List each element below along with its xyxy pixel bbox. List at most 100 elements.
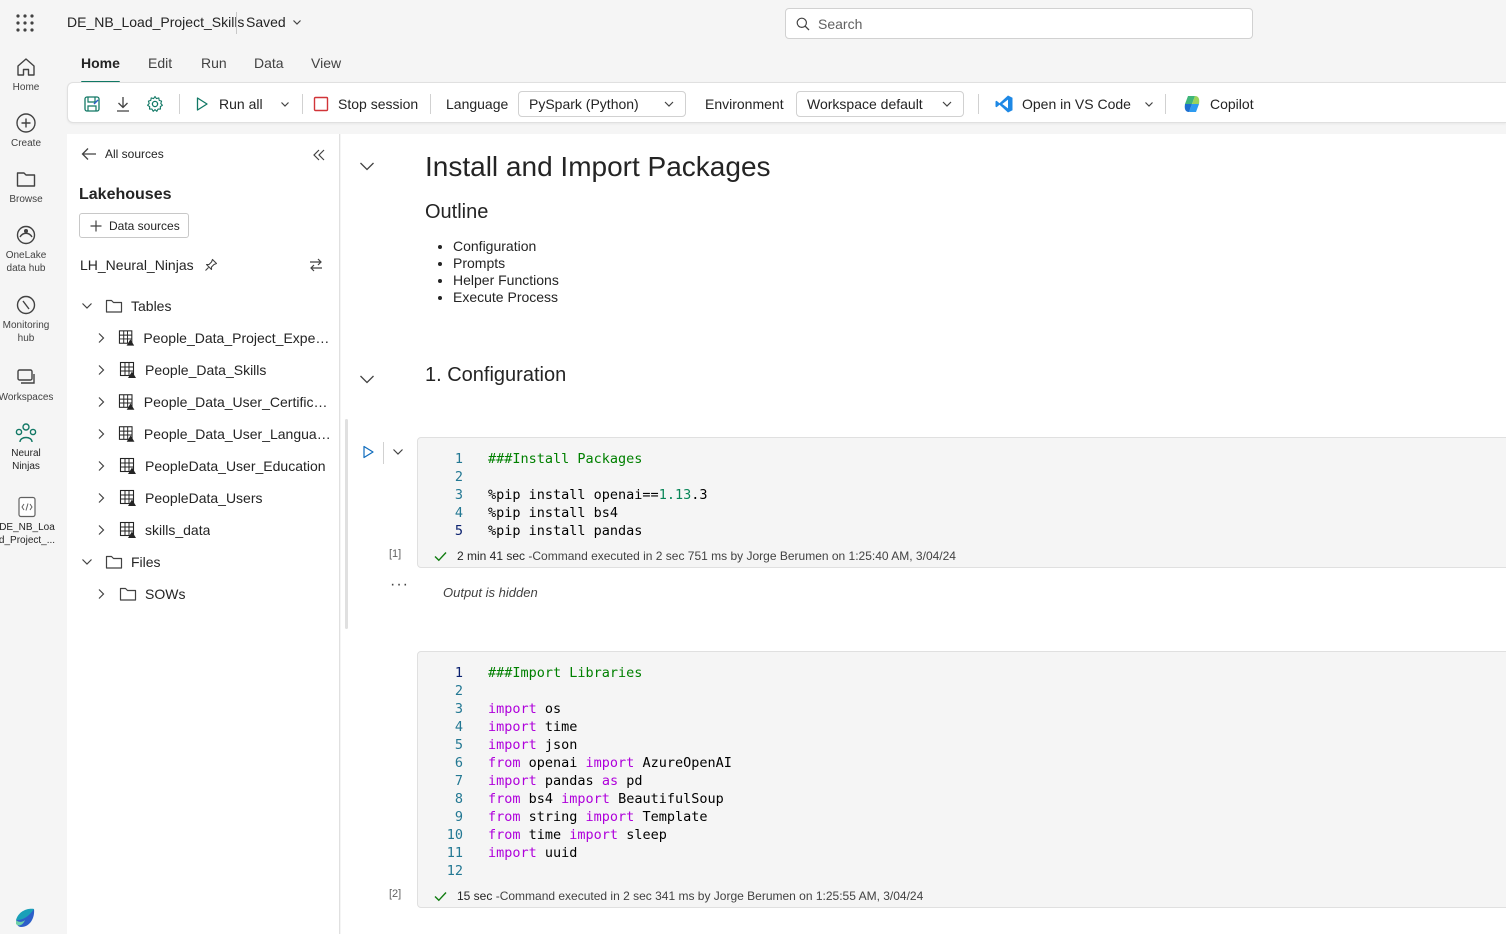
rail-label-open-notebook: DE_NB_Load_Project_... [0,522,56,546]
search-input[interactable] [818,15,1218,32]
tree-folder-tables[interactable]: Tables [79,290,171,322]
run-cell-button[interactable] [361,445,375,459]
folder-icon [119,587,137,601]
download-button[interactable] [114,83,132,124]
run-all-button[interactable]: Run all [194,83,263,124]
onelake-icon [16,225,36,245]
folder-name: SOWs [145,586,186,602]
line-number: 12 [446,863,463,879]
rail-item-onelake[interactable]: OneLake data hub [0,224,52,275]
outline-item: Prompts [453,255,559,272]
rail-item-neural-ninjas[interactable]: Neural Ninjas [0,422,52,473]
outline-item: Execute Process [453,289,559,306]
notebook-title[interactable]: DE_NB_Load_Project_Skills [67,14,244,30]
code-cell-install-packages[interactable]: 1 ###Install Packages 2 3 %pip install ope… [417,437,1506,568]
search-box[interactable] [785,8,1253,39]
rail-label-onelake: OneLake data hub [5,250,47,274]
app-launcher-icon[interactable] [15,13,35,33]
tab-run[interactable]: Run [201,55,227,71]
fabric-logo-icon[interactable] [13,906,37,930]
chevron-right-icon [98,493,105,503]
line-number: 3 [454,701,463,717]
notebook-canvas: Install and Import Packages Outline Conf… [341,134,1506,934]
saved-status-dropdown[interactable]: Saved [246,14,302,30]
monitoring-icon [16,295,36,315]
line-number: 10 [446,827,463,843]
chevron-down-icon [82,303,92,309]
top-bar: DE_NB_Load_Project_Skills Saved [0,0,1506,46]
lakehouse-name-label: LH_Neural_Ninjas [80,257,194,273]
cell-options-dropdown[interactable] [392,447,404,457]
add-data-sources-button[interactable]: Data sources [79,213,189,238]
rail-item-browse[interactable]: Browse [0,168,52,206]
tab-view[interactable]: View [311,55,341,71]
cell-execution-status: 15 sec -Command executed in 2 sec 341 ms… [434,889,923,903]
delta-table-icon [119,361,136,378]
rail-item-open-notebook[interactable]: DE_NB_Load_Project_... [0,496,56,547]
stop-session-button[interactable]: Stop session [313,83,418,124]
vscode-options-dropdown[interactable] [1144,83,1154,124]
chevron-down-icon [82,559,92,565]
tree-folder-files[interactable]: Files [79,546,161,578]
ribbon-tabs: Home Edit Run Data View [67,46,1506,83]
environment-label: Environment [705,95,784,112]
tree-table-item[interactable]: People_Data_User_Languages [93,418,333,450]
delta-table-icon [119,394,135,410]
save-notebook-button[interactable] [82,83,102,124]
code-cell-import-libraries[interactable]: 1 ###Import Libraries 2 3 import os 4 impor… [417,651,1506,908]
rail-label-home: Home [12,82,40,93]
outline-item: Helper Functions [453,272,559,289]
vscode-icon [995,95,1013,112]
rail-item-monitoring[interactable]: Monitoring hub [0,294,52,345]
pin-icon[interactable] [204,258,218,272]
lakehouse-name[interactable]: LH_Neural_Ninjas [80,257,218,273]
table-name: PeopleData_Users [145,490,263,506]
line-number: 4 [454,505,463,521]
tree-table-item[interactable]: PeopleData_Users [93,482,333,514]
switch-lakehouse-icon[interactable] [308,257,324,273]
checkmark-icon [434,551,447,561]
settings-button[interactable] [146,83,164,124]
tree-folder-sows[interactable]: SOWs [93,578,185,610]
code-line: ###Import Libraries [488,665,643,681]
chevron-down-icon [281,101,289,107]
run-all-options-dropdown[interactable] [280,83,290,124]
outline-heading: Outline [425,201,489,223]
language-dropdown[interactable]: PySpark (Python) [518,91,686,117]
environment-dropdown[interactable]: Workspace default [796,91,964,117]
copilot-button[interactable]: Copilot [1182,83,1254,124]
open-in-vscode-button[interactable]: Open in VS Code [994,83,1131,124]
execution-details: -Command executed in 2 sec 341 ms by Jor… [495,889,924,903]
rail-item-workspaces[interactable]: Workspaces [0,366,53,404]
cell-resize-handle[interactable] [345,419,348,629]
more-options-icon[interactable]: ··· [390,576,409,594]
line-number: 2 [454,683,463,699]
chevron-down-icon [942,101,952,107]
download-icon [117,96,129,112]
all-sources-link[interactable]: All sources [81,147,164,161]
delta-table-icon [119,330,135,346]
code-line: import time [488,719,578,735]
output-hidden-label[interactable]: Output is hidden [443,585,538,600]
tab-home[interactable]: Home [81,55,120,83]
rail-item-create[interactable]: Create [0,112,52,150]
rail-item-home[interactable]: Home [0,56,52,94]
code-line: from string import Template [488,809,708,825]
collapse-markdown-button[interactable] [359,160,375,172]
save-icon [84,95,100,112]
tab-edit[interactable]: Edit [148,55,172,71]
lakehouses-heading: Lakehouses [79,186,172,203]
tab-data[interactable]: Data [254,55,284,71]
create-icon [16,113,36,133]
tree-table-item[interactable]: People_Data_Project_Experie... [93,322,333,354]
tree-table-item[interactable]: People_Data_User_Certificati... [93,386,333,418]
code-line: ###Install Packages [488,451,643,467]
collapse-panel-icon[interactable] [312,148,326,162]
collapse-section-button[interactable] [359,373,375,385]
rail-label-neural-ninjas: Neural Ninjas [11,448,41,472]
tree-table-item[interactable]: skills_data [93,514,333,546]
workspaces-icon [17,369,35,384]
files-folder-label: Files [131,554,161,570]
tree-table-item[interactable]: PeopleData_User_Education [93,450,333,482]
tree-table-item[interactable]: People_Data_Skills [93,354,333,386]
